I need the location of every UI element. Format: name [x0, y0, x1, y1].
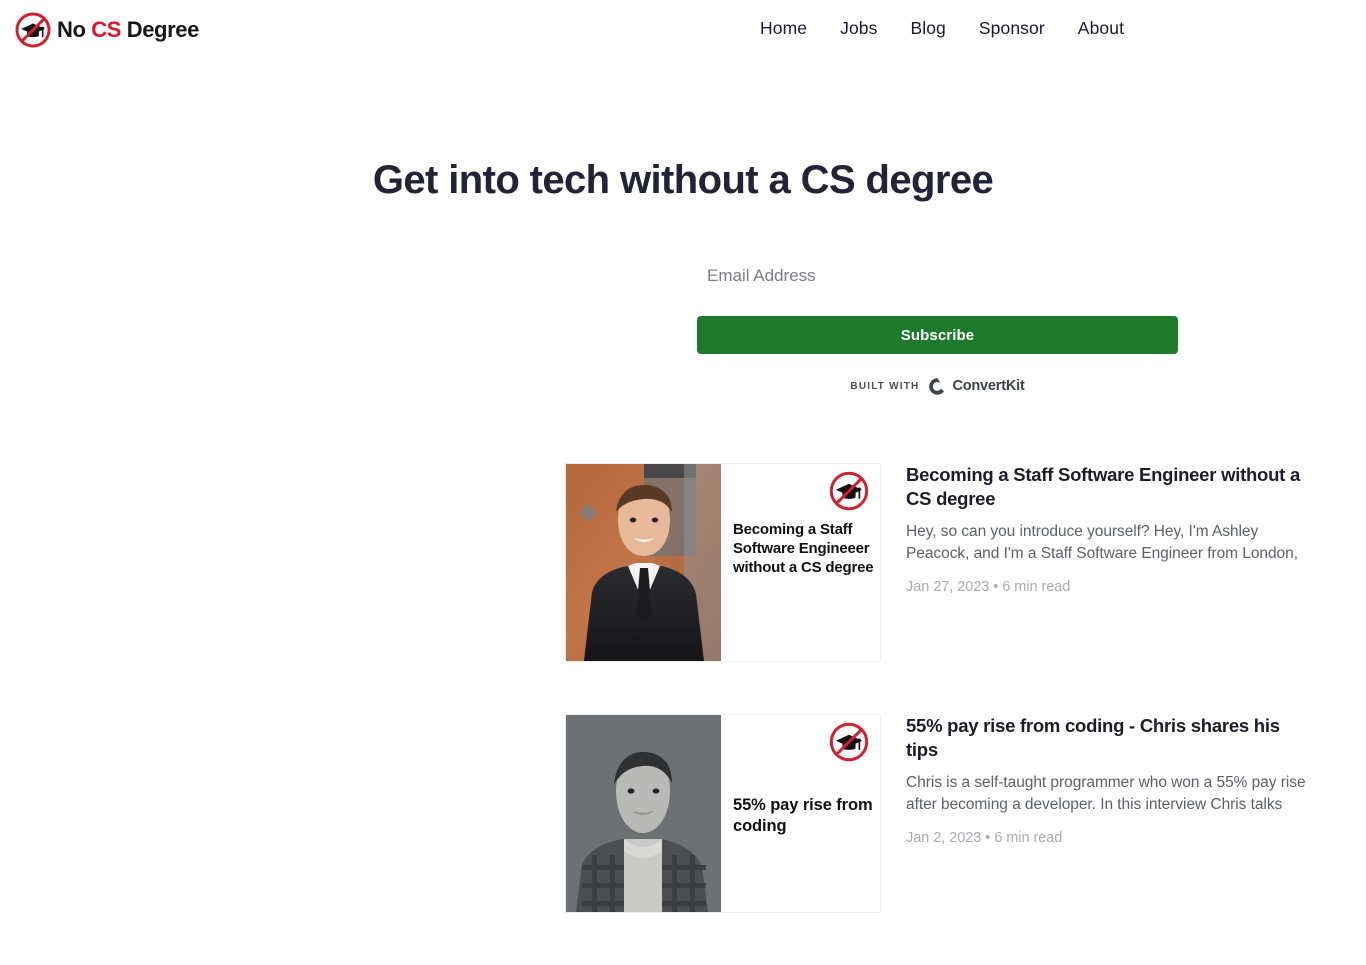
nav-item-jobs[interactable]: Jobs [840, 18, 877, 39]
article-thumbnail-photo [566, 464, 721, 661]
main-navigation: Home Jobs Blog Sponsor About [760, 18, 1124, 39]
article-thumbnail-text-panel: 55% pay rise from coding [721, 715, 880, 912]
built-with-badge: BUILT WITH ConvertKit [697, 376, 1178, 396]
article-thumbnail-card[interactable]: Becoming a Staff Software Engineeer with… [565, 463, 881, 662]
article-date: Jan 27, 2023 [906, 578, 990, 595]
article-list: Becoming a Staff Software Engineeer with… [565, 463, 1325, 965]
brand-text-cs: CS [91, 17, 122, 42]
article-meta: Jan 2, 2023 • 6 min read [906, 830, 1306, 846]
brand-text-degree: Degree [126, 17, 200, 42]
built-with-label: BUILT WITH [850, 380, 920, 392]
convertkit-wordmark: ConvertKit [952, 378, 1025, 394]
article-date: Jan 2, 2023 [906, 829, 982, 846]
article-thumbnail-text-panel: Becoming a Staff Software Engineeer with… [721, 464, 880, 661]
nav-item-sponsor[interactable]: Sponsor [979, 18, 1045, 39]
newsletter-signup-form: Subscribe BUILT WITH ConvertKit [697, 256, 1178, 396]
article-excerpt: Hey, so can you introduce yourself? Hey,… [906, 522, 1298, 563]
brand-wordmark: No CS Degree [57, 19, 199, 41]
no-cs-degree-badge-icon [828, 470, 870, 512]
article-read-time: 6 min read [1002, 578, 1071, 595]
article-read-time: 6 min read [994, 829, 1063, 846]
convertkit-link[interactable]: ConvertKit [928, 377, 1025, 396]
meta-separator: • [993, 578, 999, 595]
page-title: Get into tech without a CS degree [372, 158, 994, 202]
article-summary: Becoming a Staff Software Engineer witho… [906, 463, 1306, 595]
article-list-item[interactable]: 55% pay rise from coding 55% pay rise fr… [565, 714, 1325, 913]
article-list-item[interactable]: Becoming a Staff Software Engineeer with… [565, 463, 1325, 662]
article-meta: Jan 27, 2023 • 6 min read [906, 579, 1306, 595]
nav-item-blog[interactable]: Blog [910, 18, 945, 39]
article-thumbnail-card[interactable]: 55% pay rise from coding [565, 714, 881, 913]
no-cs-degree-logo-icon [14, 11, 52, 49]
article-title-link[interactable]: 55% pay rise from coding - Chris shares … [906, 715, 1280, 760]
no-cs-degree-badge-icon [828, 721, 870, 763]
site-header: No CS Degree Home Jobs Blog Sponsor Abou… [0, 0, 1366, 62]
brand-logo-link[interactable]: No CS Degree [14, 11, 199, 49]
convertkit-logo-icon [928, 377, 947, 396]
email-input[interactable] [697, 256, 1178, 296]
subscribe-button[interactable]: Subscribe [697, 316, 1178, 354]
article-title[interactable]: 55% pay rise from coding - Chris shares … [906, 714, 1306, 763]
article-thumbnail-photo [566, 715, 721, 912]
brand-text-no: No [57, 17, 86, 42]
article-thumbnail-headline: Becoming a Staff Software Engineeer with… [733, 521, 874, 576]
meta-separator: • [985, 829, 991, 846]
nav-item-about[interactable]: About [1078, 18, 1124, 39]
article-title-link[interactable]: Becoming a Staff Software Engineer witho… [906, 464, 1300, 509]
article-excerpt: Chris is a self-taught programmer who wo… [906, 773, 1306, 814]
nav-item-home[interactable]: Home [760, 18, 807, 39]
article-title[interactable]: Becoming a Staff Software Engineer witho… [906, 463, 1306, 512]
article-summary: 55% pay rise from coding - Chris shares … [906, 714, 1306, 846]
article-thumbnail-headline: 55% pay rise from coding [733, 796, 873, 836]
